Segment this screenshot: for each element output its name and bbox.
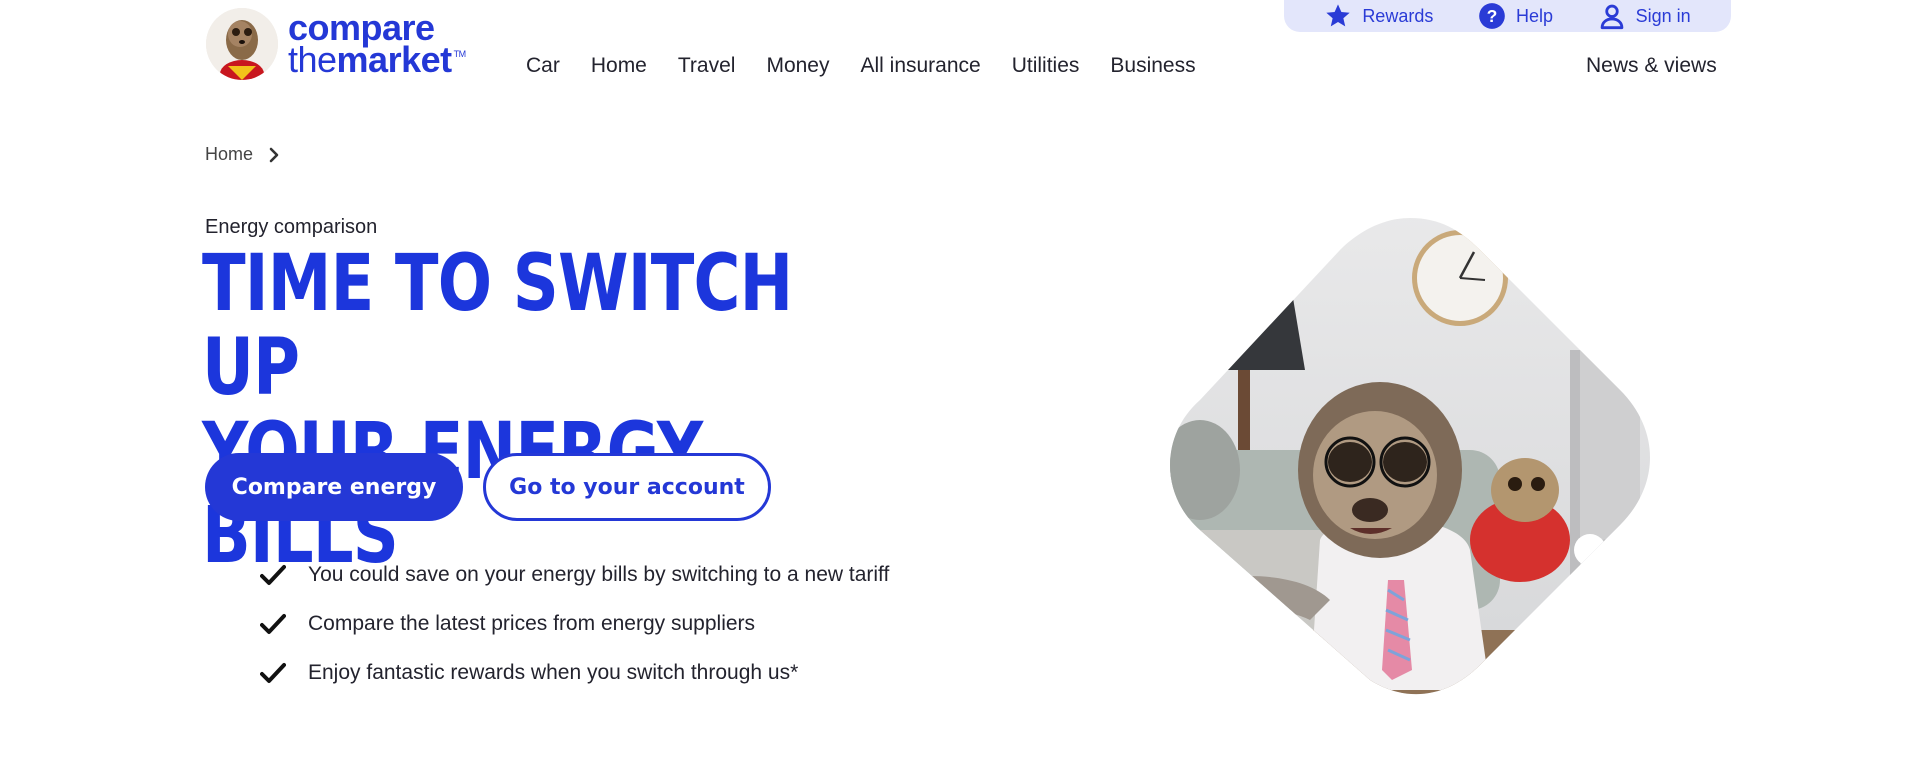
breadcrumb: Home bbox=[205, 144, 281, 165]
nav-item-money[interactable]: Money bbox=[766, 54, 829, 78]
page-eyebrow: Energy comparison bbox=[205, 216, 378, 238]
star-icon bbox=[1326, 4, 1350, 27]
logo-word-the: the bbox=[288, 39, 337, 80]
sign-in-label: Sign in bbox=[1635, 5, 1691, 26]
benefit-text: Enjoy fantastic rewards when you switch … bbox=[308, 660, 799, 684]
nav-item-all-insurance[interactable]: All insurance bbox=[860, 54, 980, 78]
nav-item-home[interactable]: Home bbox=[591, 54, 647, 78]
logo-word-market: market bbox=[336, 39, 453, 80]
main-nav: Car Home Travel Money All insurance Util… bbox=[526, 54, 1227, 78]
help-label: Help bbox=[1515, 5, 1553, 26]
nav-item-utilities[interactable]: Utilities bbox=[1012, 54, 1080, 78]
go-to-account-button[interactable]: Go to your account bbox=[483, 453, 771, 521]
nav-item-car[interactable]: Car bbox=[526, 54, 560, 78]
brand-logo[interactable]: compare the market TM bbox=[206, 8, 466, 80]
breadcrumb-home[interactable]: Home bbox=[205, 144, 253, 165]
checkmark-icon bbox=[260, 564, 286, 585]
utility-nav: Rewards ? Help Sign in bbox=[1284, 0, 1731, 32]
list-item: Compare the latest prices from energy su… bbox=[260, 599, 889, 648]
sign-in-link[interactable]: Sign in bbox=[1598, 0, 1691, 30]
svg-text:?: ? bbox=[1487, 6, 1498, 26]
benefit-list: You could save on your energy bills by s… bbox=[260, 550, 889, 697]
headline-line-1: TIME TO SWITCH UP bbox=[202, 239, 793, 413]
chevron-right-icon bbox=[269, 147, 279, 162]
benefit-text: You could save on your energy bills by s… bbox=[308, 562, 890, 586]
news-and-views-link[interactable]: News & views bbox=[1586, 54, 1717, 78]
list-item: You could save on your energy bills by s… bbox=[260, 550, 889, 599]
nav-item-business[interactable]: Business bbox=[1110, 54, 1195, 78]
checkmark-icon bbox=[260, 613, 286, 634]
meerkat-logo-icon bbox=[206, 8, 278, 80]
compare-energy-button[interactable]: Compare energy bbox=[205, 453, 463, 521]
rewards-link[interactable]: Rewards bbox=[1324, 0, 1433, 30]
list-item: Enjoy fantastic rewards when you switch … bbox=[260, 648, 889, 697]
hero-meerkat-image bbox=[1170, 218, 1650, 695]
nav-item-travel[interactable]: Travel bbox=[678, 54, 736, 78]
user-icon bbox=[1600, 4, 1623, 30]
help-link[interactable]: ? Help bbox=[1478, 0, 1553, 30]
checkmark-icon bbox=[260, 662, 286, 683]
logo-trademark: TM bbox=[453, 49, 467, 59]
page-title: TIME TO SWITCH UP YOUR ENERGY BILLS bbox=[202, 242, 858, 578]
help-icon: ? bbox=[1479, 3, 1505, 29]
benefit-text: Compare the latest prices from energy su… bbox=[308, 611, 756, 635]
rewards-label: Rewards bbox=[1362, 5, 1434, 26]
